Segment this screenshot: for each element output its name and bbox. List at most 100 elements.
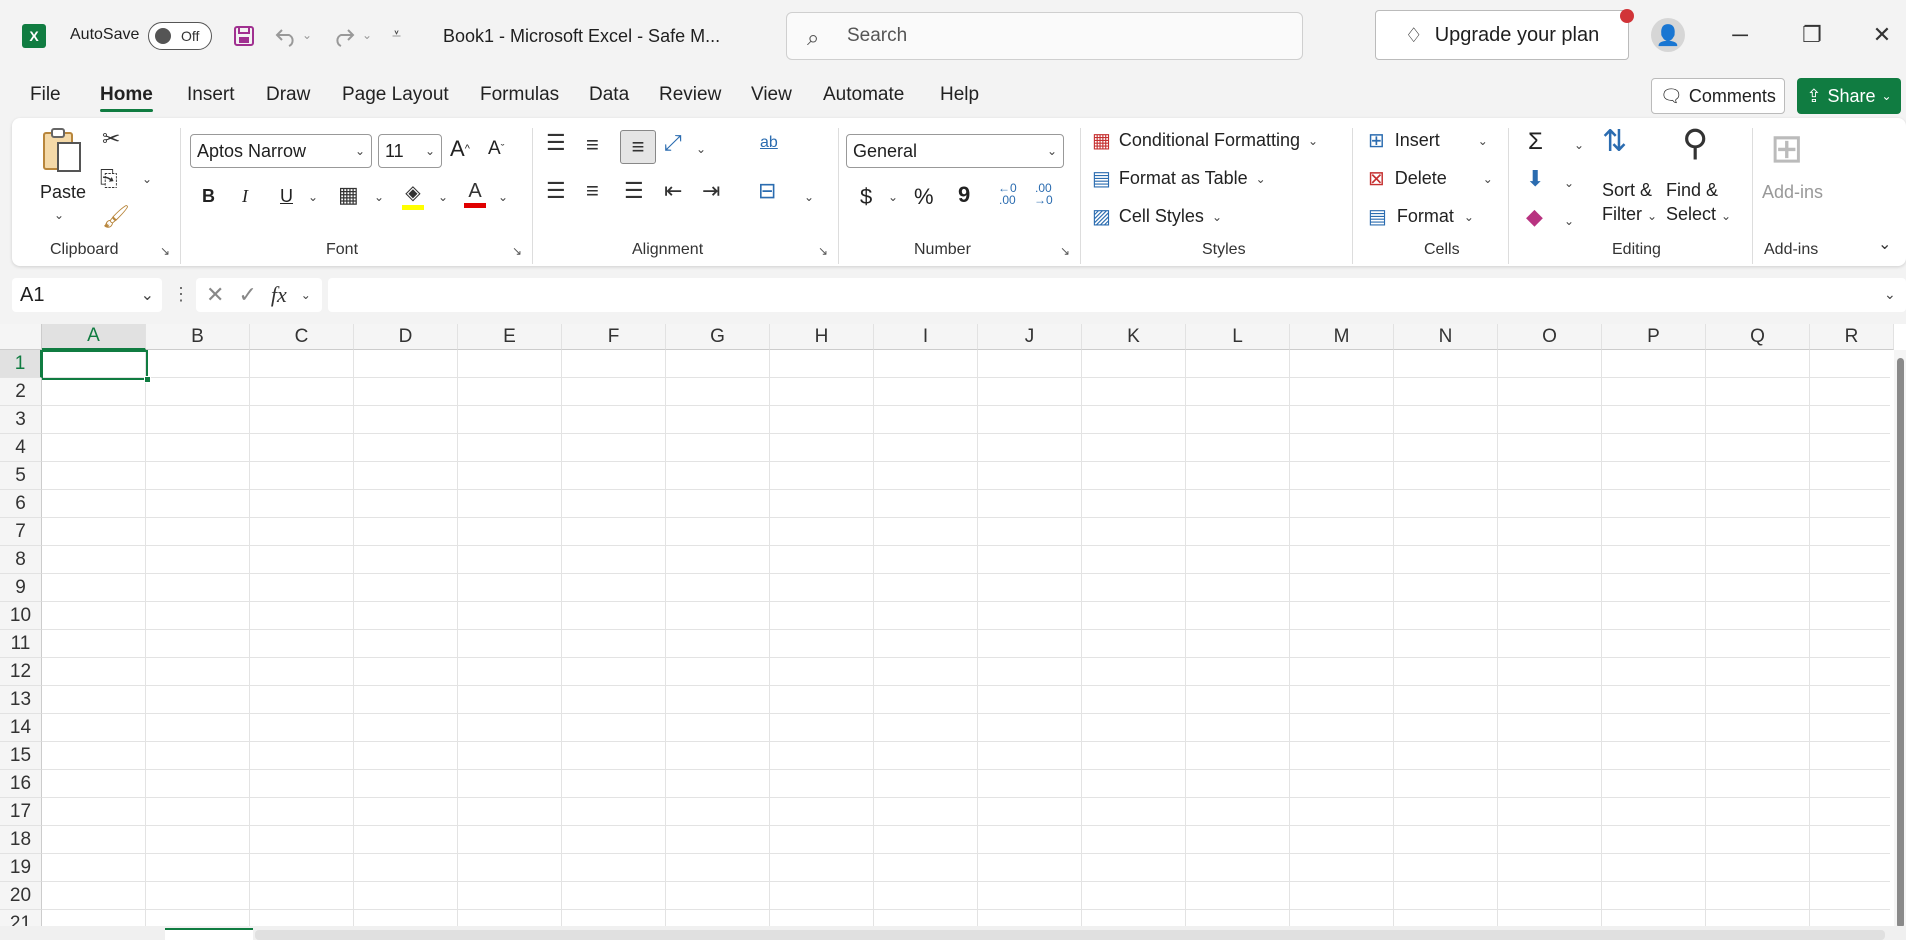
middle-align-icon[interactable]: ≡ <box>586 132 599 158</box>
row-header-15[interactable]: 15 <box>0 742 42 770</box>
bold-button[interactable]: B <box>202 186 215 207</box>
align-left-icon[interactable]: ☰ <box>546 178 566 204</box>
name-box[interactable]: A1 ⌄ <box>12 278 162 312</box>
row-header-20[interactable]: 20 <box>0 882 42 910</box>
find-select-icon[interactable]: ⚲ <box>1682 122 1708 164</box>
orientation-icon[interactable]: ⤢ <box>664 130 682 156</box>
redo-icon[interactable] <box>330 22 358 50</box>
currency-button[interactable]: $ <box>860 184 872 210</box>
column-header-q[interactable]: Q <box>1706 324 1810 350</box>
tab-insert[interactable]: Insert <box>187 84 235 106</box>
redo-dropdown-icon[interactable]: ⌄ <box>362 28 372 42</box>
row-header-4[interactable]: 4 <box>0 434 42 462</box>
select-all-button[interactable] <box>0 324 42 350</box>
column-header-k[interactable]: K <box>1082 324 1186 350</box>
percent-button[interactable]: % <box>914 184 934 210</box>
clear-dropdown-icon[interactable]: ⌄ <box>1564 214 1574 228</box>
autosum-icon[interactable]: Σ <box>1528 128 1543 156</box>
account-icon[interactable]: 👤 <box>1651 18 1685 52</box>
scrollbar-thumb[interactable] <box>1897 358 1904 928</box>
row-header-10[interactable]: 10 <box>0 602 42 630</box>
currency-dropdown-icon[interactable]: ⌄ <box>888 190 898 204</box>
column-header-p[interactable]: P <box>1602 324 1706 350</box>
close-icon[interactable]: ✕ <box>1862 18 1902 52</box>
row-header-1[interactable]: 1 <box>0 350 42 378</box>
bottom-align-icon[interactable]: ≡ <box>620 130 656 164</box>
restore-icon[interactable]: ❐ <box>1792 18 1832 52</box>
alignment-launcher-icon[interactable]: ↘ <box>818 244 828 258</box>
row-header-7[interactable]: 7 <box>0 518 42 546</box>
column-header-l[interactable]: L <box>1186 324 1290 350</box>
merge-dropdown-icon[interactable]: ⌄ <box>804 190 814 204</box>
tab-data[interactable]: Data <box>589 84 629 106</box>
column-header-c[interactable]: C <box>250 324 354 350</box>
fill-dropdown-icon[interactable]: ⌄ <box>1564 176 1574 190</box>
column-header-m[interactable]: M <box>1290 324 1394 350</box>
column-header-a[interactable]: A <box>42 324 146 350</box>
tab-review[interactable]: Review <box>659 84 721 106</box>
tab-automate[interactable]: Automate <box>823 84 904 106</box>
tab-page-layout[interactable]: Page Layout <box>342 84 449 106</box>
row-header-2[interactable]: 2 <box>0 378 42 406</box>
tab-draw[interactable]: Draw <box>266 84 310 106</box>
font-size-select[interactable]: 11 ⌄ <box>378 134 442 168</box>
decrease-decimal-icon[interactable]: .00 →0 <box>1034 182 1053 206</box>
paste-icon[interactable] <box>40 128 84 172</box>
tab-file[interactable]: File <box>30 84 61 106</box>
number-launcher-icon[interactable]: ↘ <box>1060 244 1070 258</box>
chevron-down-icon[interactable]: ⌄ <box>301 288 311 302</box>
comments-button[interactable]: 🗨 Comments <box>1651 78 1785 114</box>
increase-indent-icon[interactable]: ⇥ <box>702 178 720 204</box>
row-header-19[interactable]: 19 <box>0 854 42 882</box>
add-ins-icon[interactable]: ⊞ <box>1770 126 1804 172</box>
copy-icon[interactable]: ⎘ <box>100 166 118 192</box>
wrap-text-icon[interactable]: ab <box>760 134 778 152</box>
add-ins-button[interactable]: Add-ins <box>1762 182 1823 203</box>
fill-color-icon[interactable]: ◈ <box>402 180 424 210</box>
format-cells-button[interactable]: ▤ Format ⌄ <box>1368 204 1474 229</box>
formula-input[interactable] <box>328 278 1906 312</box>
row-header-6[interactable]: 6 <box>0 490 42 518</box>
cancel-icon[interactable]: ✕ <box>206 282 224 308</box>
row-header-13[interactable]: 13 <box>0 686 42 714</box>
orientation-dropdown-icon[interactable]: ⌄ <box>696 142 706 156</box>
clear-icon[interactable]: ◆ <box>1526 204 1543 230</box>
copy-dropdown-icon[interactable]: ⌄ <box>142 172 152 186</box>
autosum-dropdown-icon[interactable]: ⌄ <box>1574 138 1584 152</box>
column-header-j[interactable]: J <box>978 324 1082 350</box>
underline-dropdown-icon[interactable]: ⌄ <box>308 190 318 204</box>
active-cell[interactable] <box>41 350 151 383</box>
customize-qat-icon[interactable]: ⩡ <box>392 26 401 44</box>
tab-formulas[interactable]: Formulas <box>480 84 559 106</box>
save-icon[interactable] <box>230 22 258 50</box>
expand-formula-bar-icon[interactable]: ⌄ <box>1884 286 1896 303</box>
italic-button[interactable]: I <box>242 186 248 207</box>
font-color-dropdown-icon[interactable]: ⌄ <box>498 190 508 204</box>
row-header-18[interactable]: 18 <box>0 826 42 854</box>
merge-center-icon[interactable]: ⊟ <box>758 178 776 204</box>
column-header-h[interactable]: H <box>770 324 874 350</box>
align-right-icon[interactable]: ☰ <box>624 178 644 204</box>
column-header-f[interactable]: F <box>562 324 666 350</box>
paste-label[interactable]: Paste <box>40 182 86 203</box>
row-header-14[interactable]: 14 <box>0 714 42 742</box>
upgrade-button[interactable]: ♢ Upgrade your plan <box>1375 9 1634 60</box>
minimize-icon[interactable]: ─ <box>1720 18 1760 52</box>
undo-dropdown-icon[interactable]: ⌄ <box>302 28 312 42</box>
comma-style-button[interactable]: 9 <box>958 182 970 208</box>
column-header-b[interactable]: B <box>146 324 250 350</box>
share-button[interactable]: ⇪ Share ⌄ <box>1797 78 1901 114</box>
font-launcher-icon[interactable]: ↘ <box>512 244 522 258</box>
insert-function-icon[interactable]: fx <box>271 282 287 308</box>
collapse-ribbon-icon[interactable]: ⌄ <box>1878 234 1891 254</box>
format-as-table-button[interactable]: ▤ Format as Table ⌄ <box>1092 166 1266 191</box>
insert-cells-button[interactable]: ⊞ Insert ⌄ <box>1368 128 1488 153</box>
row-header-12[interactable]: 12 <box>0 658 42 686</box>
row-header-17[interactable]: 17 <box>0 798 42 826</box>
decrease-indent-icon[interactable]: ⇤ <box>664 178 682 204</box>
font-color-icon[interactable]: A <box>464 180 486 208</box>
row-header-8[interactable]: 8 <box>0 546 42 574</box>
undo-icon[interactable] <box>272 22 300 50</box>
delete-cells-button[interactable]: ⊠ Delete ⌄ <box>1368 166 1493 191</box>
column-header-d[interactable]: D <box>354 324 458 350</box>
